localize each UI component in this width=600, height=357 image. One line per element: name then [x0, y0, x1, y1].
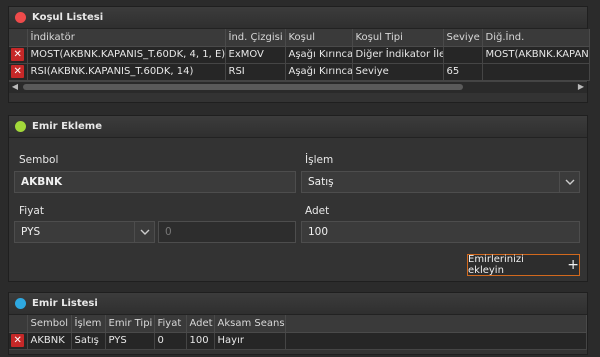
table-cell — [443, 46, 483, 64]
column-header[interactable]: Aksam Seansı — [214, 315, 286, 333]
scroll-right-icon[interactable]: ▶ — [575, 81, 587, 93]
blue-status-icon — [15, 298, 26, 309]
column-header[interactable]: İnd. Çizgisi — [225, 29, 286, 47]
column-header[interactable]: Emir Tipi — [105, 315, 155, 333]
symbol-value: AKBNK — [21, 176, 63, 188]
price-input[interactable]: 0 — [158, 221, 296, 243]
table-cell: PYS — [105, 332, 155, 350]
table-cell: 100 — [186, 332, 215, 350]
table-cell: 0 — [154, 332, 187, 350]
delete-icon[interactable]: ✕ — [11, 48, 25, 61]
table-cell: MOST(AKBNK.KAPANIS_T.60DK, 4, 1, E) — [27, 46, 226, 64]
scroll-left-icon[interactable]: ◀ — [9, 81, 21, 93]
horizontal-scrollbar[interactable]: ◀ ▶ — [9, 80, 587, 93]
filler-cell — [285, 332, 587, 350]
delete-column-header — [9, 29, 28, 47]
table-cell: Satış — [71, 332, 106, 350]
chevron-down-icon[interactable] — [559, 172, 579, 192]
delete-cell: ✕ — [9, 63, 28, 81]
column-header[interactable]: Sembol — [27, 315, 72, 333]
table-row[interactable]: ✕ MOST(AKBNK.KAPANIS_T.60DK, 4, 1, E) Ex… — [9, 46, 590, 64]
column-header[interactable]: Diğ.İnd. — [482, 29, 590, 47]
action-value: Satış — [308, 176, 334, 188]
table-cell: ExMOV — [225, 46, 286, 64]
condition-table: İndikatör İnd. Çizgisi Koşul Koşul Tipi … — [9, 29, 590, 81]
quantity-value: 100 — [308, 226, 329, 238]
table-row[interactable]: ✕ AKBNK Satış PYS 0 100 Hayır — [9, 332, 587, 350]
delete-cell: ✕ — [9, 46, 28, 64]
order-list-panel: Emir Listesi Sembol İşlem Emir Tipi Fiya… — [8, 292, 588, 355]
order-entry-title: Emir Ekleme — [32, 121, 102, 132]
delete-icon[interactable]: ✕ — [11, 334, 25, 347]
table-cell: 65 — [443, 63, 483, 81]
condition-list-title: Koşul Listesi — [32, 12, 104, 23]
table-cell: Aşağı Kırınca — [285, 63, 353, 81]
delete-icon[interactable]: ✕ — [11, 65, 25, 78]
order-list-table: Sembol İşlem Emir Tipi Fiyat Adet Aksam … — [9, 315, 587, 350]
delete-column-header — [9, 315, 28, 333]
order-entry-header: Emir Ekleme — [9, 116, 587, 138]
column-header[interactable]: Fiyat — [154, 315, 187, 333]
scroll-thumb[interactable] — [23, 84, 463, 90]
table-cell: MOST(AKBNK.KAPANIS — [482, 46, 590, 64]
column-header[interactable]: Adet — [186, 315, 215, 333]
green-status-icon — [15, 121, 26, 132]
table-cell — [482, 63, 590, 81]
add-order-button[interactable]: Emirlerinizi ekleyin + — [467, 254, 580, 276]
chevron-down-icon[interactable] — [134, 222, 154, 242]
order-list-title: Emir Listesi — [32, 298, 98, 309]
quantity-input[interactable]: 100 — [301, 221, 580, 243]
column-header[interactable]: Koşul — [285, 29, 353, 47]
action-label: İşlem — [305, 154, 334, 166]
column-header[interactable]: İndikatör — [27, 29, 226, 47]
symbol-input[interactable]: AKBNK — [14, 171, 296, 193]
table-header-row: İndikatör İnd. Çizgisi Koşul Koşul Tipi … — [9, 29, 590, 47]
red-status-icon — [15, 12, 26, 23]
price-value: 0 — [165, 226, 172, 238]
price-label: Fiyat — [19, 205, 44, 217]
quantity-label: Adet — [305, 205, 330, 217]
condition-list-header: Koşul Listesi — [9, 7, 587, 29]
price-type-select[interactable]: PYS — [14, 221, 155, 243]
symbol-label: Sembol — [19, 154, 59, 166]
scroll-track[interactable] — [21, 83, 575, 91]
table-cell: Aşağı Kırınca — [285, 46, 353, 64]
order-list-header: Emir Listesi — [9, 293, 587, 315]
delete-cell: ✕ — [9, 332, 28, 350]
column-header[interactable]: Seviye — [443, 29, 483, 47]
table-cell: Hayır — [214, 332, 286, 350]
condition-list-panel: Koşul Listesi İndikatör İnd. Çizgisi Koş… — [8, 6, 590, 103]
column-header[interactable]: Koşul Tipi — [352, 29, 444, 47]
table-cell: Seviye — [352, 63, 444, 81]
add-order-button-label: Emirlerinizi ekleyin — [468, 254, 524, 276]
table-header-row: Sembol İşlem Emir Tipi Fiyat Adet Aksam … — [9, 315, 587, 333]
action-select[interactable]: Satış — [301, 171, 580, 193]
table-cell: AKBNK — [27, 332, 72, 350]
table-cell: RSI — [225, 63, 286, 81]
column-header[interactable]: İşlem — [71, 315, 106, 333]
table-row[interactable]: ✕ RSI(AKBNK.KAPANIS_T.60DK, 14) RSI Aşağ… — [9, 63, 590, 81]
filler-column-header — [285, 315, 587, 333]
price-type-value: PYS — [21, 226, 41, 238]
plus-icon: + — [567, 257, 579, 273]
table-cell: RSI(AKBNK.KAPANIS_T.60DK, 14) — [27, 63, 226, 81]
table-cell: Diğer İndikator İle — [352, 46, 444, 64]
